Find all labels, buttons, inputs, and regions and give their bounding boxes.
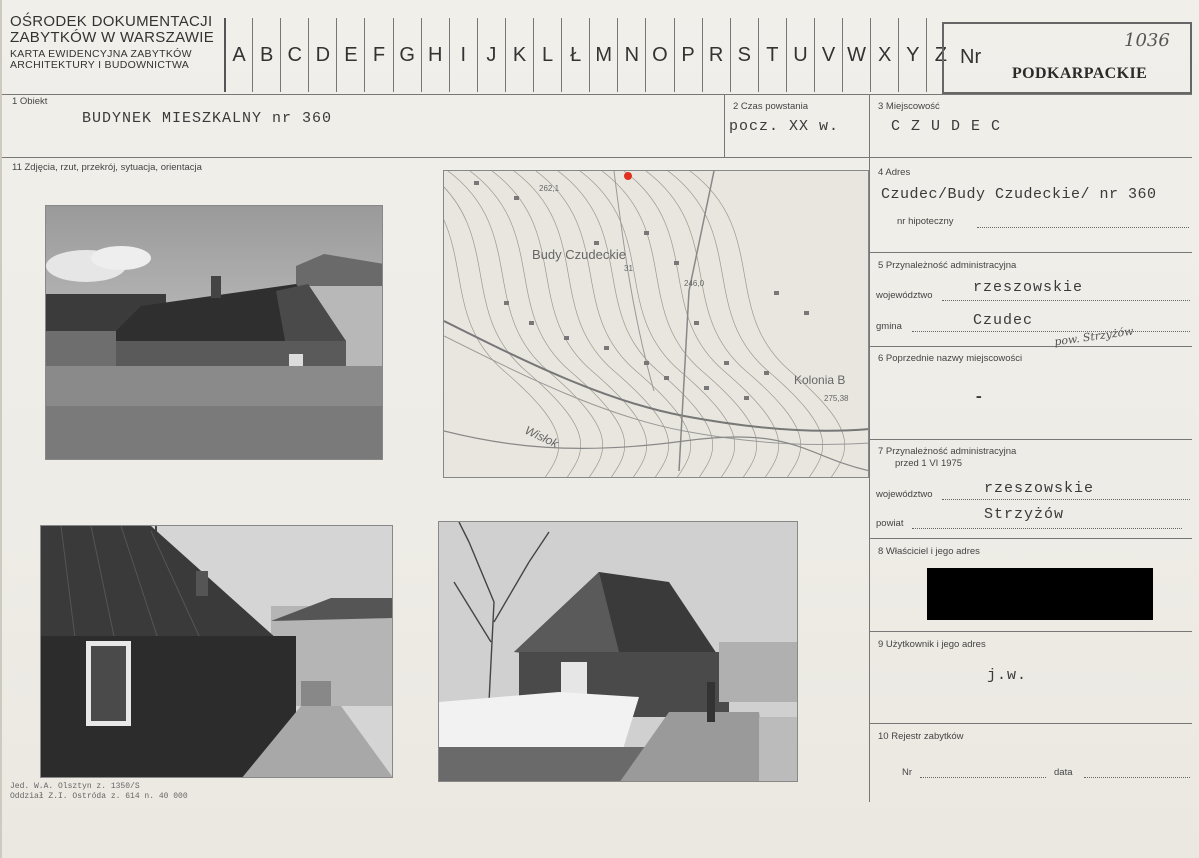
alphabet-letter: U <box>785 18 814 92</box>
alphabet-index: ABCDEFGHIJKLŁMNOPRSTUVWXYZ <box>224 18 954 92</box>
gmina-value: Czudec <box>973 312 1034 329</box>
dotted-line <box>942 499 1190 500</box>
divider <box>869 94 870 802</box>
field-2-label: 2 Czas powstania <box>733 101 808 112</box>
map-spot-height: 31 <box>624 264 633 273</box>
powiat-value: Strzyżów <box>984 506 1065 523</box>
field-4-value: Czudec/Budy Czudeckie/ nr 360 <box>881 186 1157 203</box>
powiat-label: powiat <box>876 518 904 529</box>
dotted-line <box>912 528 1182 529</box>
alphabet-letter: I <box>448 18 477 92</box>
divider <box>2 157 1192 158</box>
photo-house-street-view <box>40 525 393 778</box>
field-6-label: 6 Poprzednie nazwy miejscowości <box>878 353 1023 364</box>
map-place-label: Budy Czudeckie <box>532 247 626 262</box>
field-3-value: C Z U D E C <box>891 118 1002 135</box>
institution-line-3: KARTA EWIDENCYJNA ZABYTKÓW <box>10 47 192 60</box>
alphabet-letter: L <box>533 18 561 92</box>
map-spot-height: 246,0 <box>684 279 705 288</box>
field-1-value: BUDYNEK MIESZKALNY nr 360 <box>82 110 333 127</box>
dotted-line <box>912 331 1190 332</box>
field-9-label: 9 Użytkownik i jego adres <box>878 639 986 650</box>
divider <box>869 723 1192 724</box>
location-marker-icon <box>624 172 632 180</box>
print-info-line-1: Jed. W.A. Olsztyn z. 1350/S <box>10 782 140 791</box>
institution-line-1: OŚRODEK DOKUMENTACJI <box>10 13 213 30</box>
divider <box>869 439 1192 440</box>
dotted-line <box>977 227 1189 228</box>
field-9-value: j.w. <box>987 667 1028 684</box>
field-5-label: 5 Przynależność administracyjna <box>878 260 1017 271</box>
rejestr-nr-label: Nr <box>902 767 913 778</box>
divider <box>869 631 1192 632</box>
alphabet-letter: D <box>308 18 336 92</box>
field-11-label: 11 Zdjęcia, rzut, przekrój, sytuacja, or… <box>12 162 202 173</box>
alphabet-letter: V <box>813 18 842 92</box>
alphabet-letter: O <box>645 18 673 92</box>
wojewodztwo-2-value: rzeszowskie <box>984 480 1095 497</box>
alphabet-letter: A <box>224 18 252 92</box>
alphabet-letter: W <box>842 18 870 92</box>
alphabet-letter: S <box>729 18 758 92</box>
redaction-block <box>927 568 1153 620</box>
alphabet-letter: R <box>701 18 730 92</box>
divider <box>869 252 1192 253</box>
alphabet-letter: C <box>280 18 308 92</box>
map-village-label: Kolonia B <box>794 373 845 387</box>
wojewodztwo-label: województwo <box>876 290 933 301</box>
field-4-label: 4 Adres <box>878 167 911 178</box>
alphabet-letter: F <box>364 18 392 92</box>
alphabet-letter: M <box>589 18 617 92</box>
alphabet-letter: K <box>504 18 533 92</box>
institution-line-4: ARCHITEKTURY I BUDOWNICTWA <box>10 58 190 71</box>
field-6-value: - <box>974 388 985 406</box>
alphabet-letter: Ł <box>561 18 589 92</box>
powiat-note: pow. Strzyżów <box>1053 324 1135 349</box>
alphabet-letter: T <box>757 18 786 92</box>
divider <box>869 346 1192 347</box>
field-1-label: 1 Obiekt <box>12 96 48 107</box>
field-2-value: pocz. XX w. <box>729 118 840 135</box>
region-stamp: PODKARPACKIE <box>1012 65 1148 82</box>
field-10-label: 10 Rejestr zabytków <box>878 731 964 742</box>
divider <box>2 94 1192 95</box>
alphabet-letter: H <box>420 18 449 92</box>
alphabet-letter: J <box>476 18 505 92</box>
location-map: Budy Czudeckie Kolonia B Wisłok 262,1 24… <box>443 170 869 478</box>
map-spot-height: 275,38 <box>824 394 849 403</box>
field-3-label: 3 Miejscowość <box>878 101 940 112</box>
field-8-label: 8 Właściciel i jego adres <box>878 546 980 557</box>
print-info-line-2: Oddział Z.I. Ostróda z. 614 n. 40 000 <box>10 792 188 801</box>
alphabet-letter: X <box>870 18 898 92</box>
alphabet-letter: Y <box>898 18 926 92</box>
record-number-box: Nr 1036 PODKARPACKIE <box>942 22 1192 94</box>
alphabet-letter: E <box>336 18 364 92</box>
alphabet-letter: B <box>252 18 280 92</box>
rejestr-data-label: data <box>1054 767 1073 778</box>
gmina-label: gmina <box>876 321 902 332</box>
wojewodztwo-2-label: województwo <box>876 489 933 500</box>
field-7-label: 7 Przynależność administracyjna <box>878 446 1017 457</box>
divider <box>724 94 725 157</box>
institution-header: OŚRODEK DOKUMENTACJI ZABYTKÓW W WARSZAWI… <box>10 14 224 71</box>
dotted-line <box>942 300 1190 301</box>
institution-line-2: ZABYTKÓW W WARSZAWIE <box>10 28 215 46</box>
field-7-sublabel: przed 1 VI 1975 <box>895 458 963 469</box>
record-card: OŚRODEK DOKUMENTACJI ZABYTKÓW W WARSZAWI… <box>0 0 1199 858</box>
dotted-line <box>1084 777 1190 778</box>
photo-house-front-view <box>438 521 798 782</box>
photo-house-side-view <box>45 205 383 460</box>
hipoteczny-label: nr hipoteczny <box>897 216 954 227</box>
map-spot-height: 262,1 <box>539 184 560 193</box>
wojewodztwo-value: rzeszowskie <box>973 279 1084 296</box>
alphabet-letter: G <box>392 18 421 92</box>
divider <box>869 538 1192 539</box>
alphabet-letter: N <box>617 18 645 92</box>
nr-label: Nr <box>960 46 982 68</box>
alphabet-letter: P <box>673 18 702 92</box>
nr-value: 1036 <box>1124 30 1170 51</box>
dotted-line <box>920 777 1046 778</box>
